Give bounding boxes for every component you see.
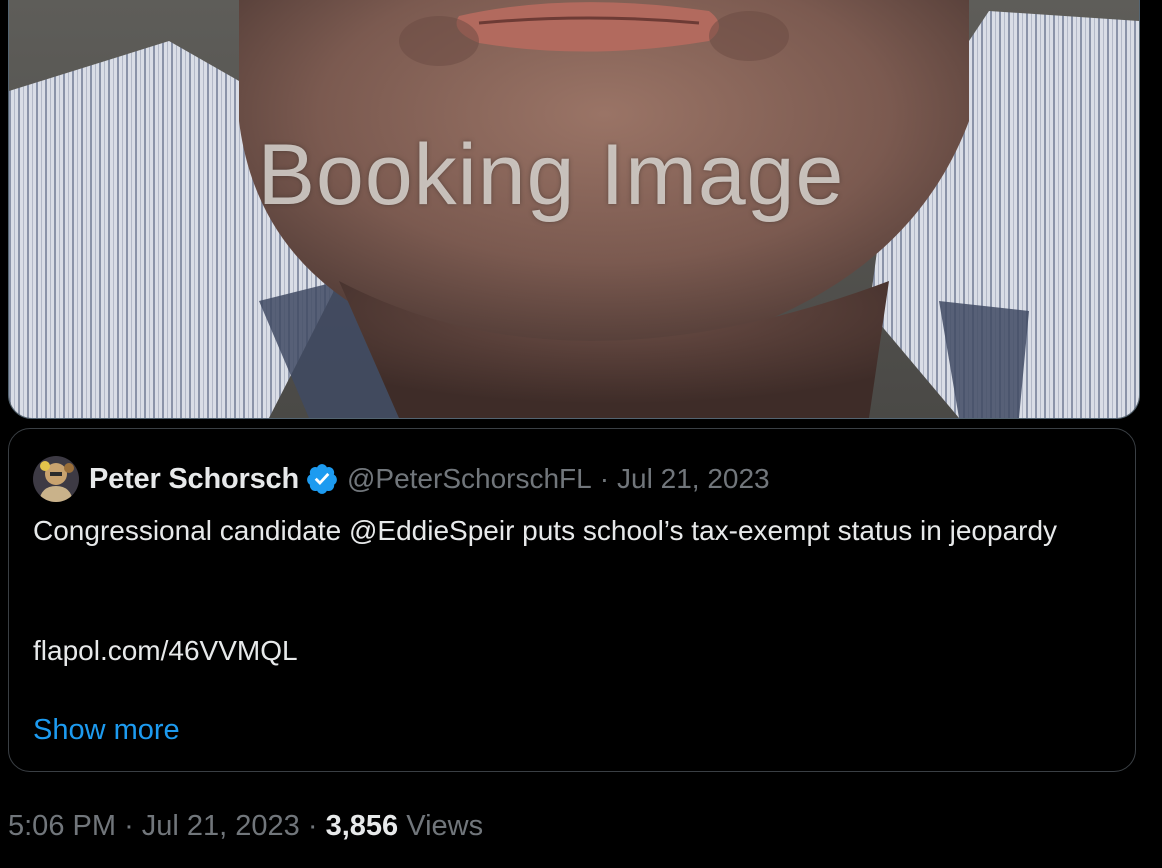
tweet-date[interactable]: Jul 21, 2023 [142,810,300,842]
views-label: Views [406,810,484,842]
views-count: 3,856 [325,810,399,842]
author-name[interactable]: Peter Schorsch [89,463,299,496]
show-more-link[interactable]: Show more [33,710,180,750]
avatar[interactable] [33,456,79,502]
author-handle[interactable]: @PeterSchorschFL [347,463,592,495]
tweet-detail: Booking Image Peter Schorsch @PeterSchor… [0,0,1162,868]
verified-badge-icon [307,464,337,494]
tweet-meta: 5:06 PM · Jul 21, 2023 · 3,856 Views [8,806,483,846]
quoted-tweet[interactable]: Peter Schorsch @PeterSchorschFL · Jul 21… [8,428,1136,772]
avatar-image [33,456,79,502]
quoted-tweet-text: Congressional candidate @EddieSpeir puts… [33,511,1093,551]
quoted-tweet-body: Congressional candidate @EddieSpeir puts… [33,515,1058,546]
header-separator: · [599,463,610,494]
meta-separator-2: · [307,810,318,842]
quoted-tweet-date[interactable]: Jul 21, 2023 [617,463,770,495]
meta-separator: · [124,810,134,842]
tweet-media-image[interactable]: Booking Image [8,0,1140,419]
booking-image-watermark: Booking Image [257,127,845,223]
quoted-tweet-header: Peter Schorsch @PeterSchorschFL · Jul 21… [33,455,770,503]
quoted-tweet-link[interactable]: flapol.com/46VVMQL [33,631,298,671]
tweet-time[interactable]: 5:06 PM [8,810,116,842]
